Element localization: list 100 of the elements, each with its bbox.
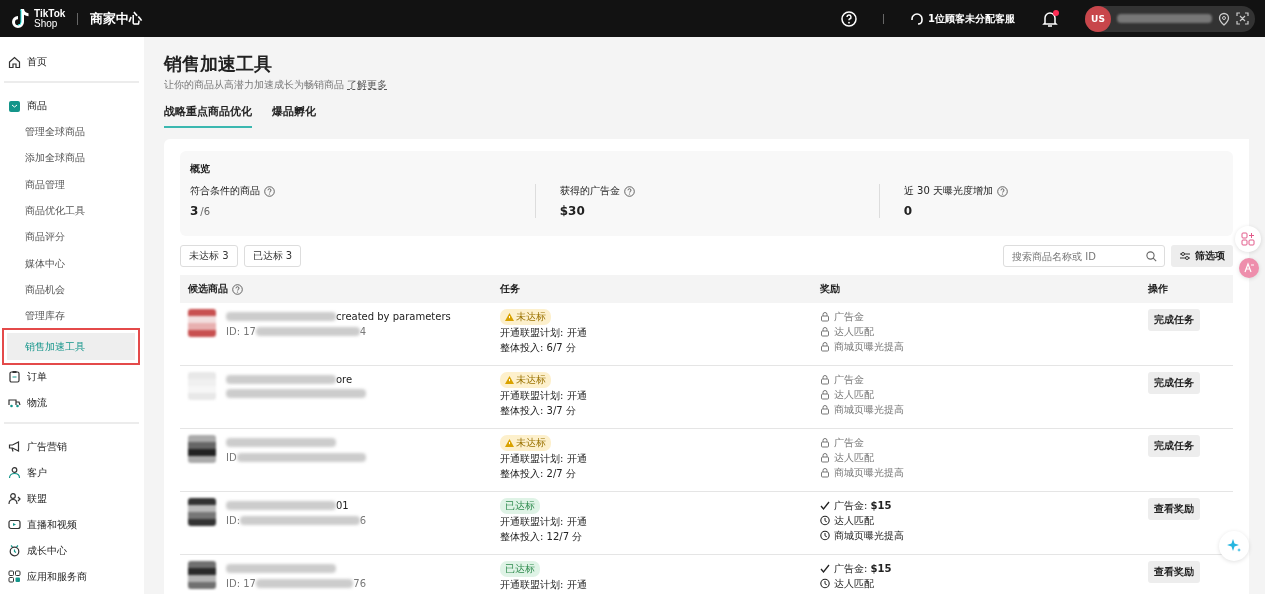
status-badge: 未达标 bbox=[500, 309, 551, 325]
stat-label: 获得的广告金 bbox=[559, 184, 620, 198]
apps-icon bbox=[1241, 232, 1255, 246]
product-id: ID: 17 bbox=[226, 578, 256, 589]
column-header: 候选商品 bbox=[188, 282, 228, 296]
product-id: ID: bbox=[226, 515, 241, 526]
reward-text: 达人匹配 bbox=[834, 451, 874, 465]
status-badge: 未达标 bbox=[500, 435, 551, 451]
account-pill[interactable]: US bbox=[1085, 5, 1255, 32]
nav-item[interactable]: 成长中心 bbox=[4, 537, 139, 564]
task-text: 整体投入: 6/7 分 bbox=[500, 341, 577, 355]
product-id: ID bbox=[226, 452, 237, 463]
nav-item[interactable]: 客户 bbox=[4, 459, 139, 486]
reward-text: 达人匹配 bbox=[834, 577, 874, 591]
action-button[interactable]: 查看奖励 bbox=[1148, 561, 1200, 583]
translate-icon bbox=[1243, 262, 1255, 274]
headset-icon bbox=[910, 11, 925, 26]
reward-text: 广告金 bbox=[834, 373, 864, 387]
stat-value: $30 bbox=[559, 204, 585, 218]
nav-subitem[interactable]: 商品机会 bbox=[4, 276, 139, 304]
task-text: 开通联盟计划: 开通 bbox=[500, 389, 588, 403]
reward-text: 商城页曝光提高 bbox=[834, 529, 904, 543]
stat-label: 符合条件的商品 bbox=[190, 184, 260, 198]
filter-chip[interactable]: 已达标 3 bbox=[243, 245, 302, 267]
task-text: 整体投入: 2/7 分 bbox=[500, 467, 577, 481]
nav-item[interactable]: 直播和视频 bbox=[4, 511, 139, 538]
tab[interactable]: 战略重点商品优化 bbox=[164, 104, 252, 128]
nav-subitem[interactable]: 添加全球商品 bbox=[4, 145, 139, 172]
nav-subitem[interactable]: 管理库存 bbox=[4, 303, 139, 330]
column-header: 操作 bbox=[1148, 282, 1168, 296]
nav-subitem[interactable]: 管理全球商品 bbox=[4, 119, 139, 146]
reward-text: 广告金 bbox=[834, 436, 864, 450]
tiktok-logo-icon bbox=[10, 7, 30, 30]
reward-text: 商城页曝光提高 bbox=[834, 340, 904, 354]
logo-text: Shop bbox=[34, 18, 59, 29]
reward-text: 商城页曝光提高 bbox=[834, 466, 904, 480]
nav-item[interactable]: 首页 bbox=[4, 49, 139, 75]
reward-text: 商城页曝光提高 bbox=[834, 403, 904, 417]
overview-title: 概览 bbox=[190, 162, 211, 176]
column-header: 任务 bbox=[500, 282, 520, 296]
reward-text: 广告金: $15 bbox=[834, 562, 892, 576]
page-title: 销售加速工具 bbox=[164, 52, 273, 76]
action-button[interactable]: 查看奖励 bbox=[1148, 498, 1200, 520]
action-button[interactable]: 完成任务 bbox=[1148, 372, 1200, 394]
reward-text: 达人匹配 bbox=[834, 514, 874, 528]
stat-value: 3 bbox=[190, 204, 199, 218]
task-text: 开通联盟计划: 开通 bbox=[500, 515, 588, 529]
column-header: 奖励 bbox=[820, 282, 840, 296]
action-button[interactable]: 完成任务 bbox=[1148, 309, 1200, 331]
nav-item[interactable]: 商品 bbox=[4, 93, 139, 119]
nav-subitem[interactable]: 商品评分 bbox=[4, 224, 139, 251]
task-text: 整体投入: 3/7 分 bbox=[500, 404, 577, 418]
task-text: 开通联盟计划: 开通 bbox=[500, 578, 588, 592]
task-text: 整体投入: 12/7 分 bbox=[500, 530, 584, 544]
reward-text: 广告金 bbox=[834, 310, 864, 324]
customer-service-button[interactable]: 1位顾客未分配客服 bbox=[910, 11, 1015, 26]
status-badge: 未达标 bbox=[500, 372, 551, 388]
sliders-icon bbox=[1179, 251, 1191, 261]
stat-label: 近 30 天曝光度增加 bbox=[903, 184, 993, 198]
nav-item[interactable]: 订单 bbox=[4, 363, 139, 390]
search-field[interactable]: 搜索商品名称或 ID bbox=[1003, 245, 1165, 267]
nav-subitem[interactable]: 商品管理 bbox=[4, 171, 139, 198]
page-subtitle: 让你的商品从高潜力加速成长为畅销商品 bbox=[164, 79, 344, 90]
action-button[interactable]: 完成任务 bbox=[1148, 435, 1200, 457]
filter-button[interactable]: 筛选项 bbox=[1171, 245, 1233, 267]
product-id: ID: 17 bbox=[226, 326, 256, 337]
apps-float-button[interactable] bbox=[1235, 226, 1261, 252]
status-badge: 已达标 bbox=[500, 498, 540, 514]
logo-text: TikTok bbox=[34, 8, 66, 19]
task-text: 开通联盟计划: 开通 bbox=[500, 326, 588, 340]
product-name: ore bbox=[336, 373, 353, 385]
location-pin-icon bbox=[1218, 11, 1230, 26]
avatar: US bbox=[1085, 5, 1111, 32]
product-id: 4 bbox=[359, 326, 366, 337]
app-title: 商家中心 bbox=[90, 9, 143, 28]
product-id: 76 bbox=[353, 578, 366, 589]
nav-subitem[interactable]: 商品优化工具 bbox=[4, 197, 139, 225]
reward-text: 达人匹配 bbox=[834, 325, 874, 339]
bell-icon[interactable] bbox=[1041, 9, 1059, 28]
nav-item[interactable]: 广告营销 bbox=[4, 433, 139, 460]
nav-item[interactable]: 物流 bbox=[4, 389, 139, 416]
nav-item[interactable]: 应用和服务商 bbox=[4, 563, 139, 590]
status-badge: 已达标 bbox=[500, 561, 540, 577]
learn-more-link[interactable]: 了解更多 bbox=[347, 79, 388, 90]
product-name: 01 bbox=[336, 499, 349, 511]
reward-text: 达人匹配 bbox=[834, 388, 874, 402]
stat-total: /6 bbox=[200, 206, 211, 217]
nav-subitem[interactable]: 媒体中心 bbox=[4, 250, 139, 277]
translate-float-button[interactable] bbox=[1239, 258, 1259, 278]
filter-chip[interactable]: 未达标 3 bbox=[180, 245, 238, 267]
product-id: 6 bbox=[359, 515, 366, 526]
tab[interactable]: 爆品孵化 bbox=[272, 104, 316, 128]
reward-text: 广告金: $15 bbox=[834, 499, 892, 513]
nav-item[interactable]: 联盟 bbox=[4, 485, 139, 512]
stat-value: 0 bbox=[903, 204, 913, 218]
search-icon bbox=[1146, 250, 1157, 262]
task-text: 开通联盟计划: 开通 bbox=[500, 452, 588, 466]
product-name: created by parameters bbox=[336, 310, 451, 322]
sparkle-icon bbox=[1226, 538, 1242, 554]
scan-icon[interactable] bbox=[1236, 12, 1249, 25]
